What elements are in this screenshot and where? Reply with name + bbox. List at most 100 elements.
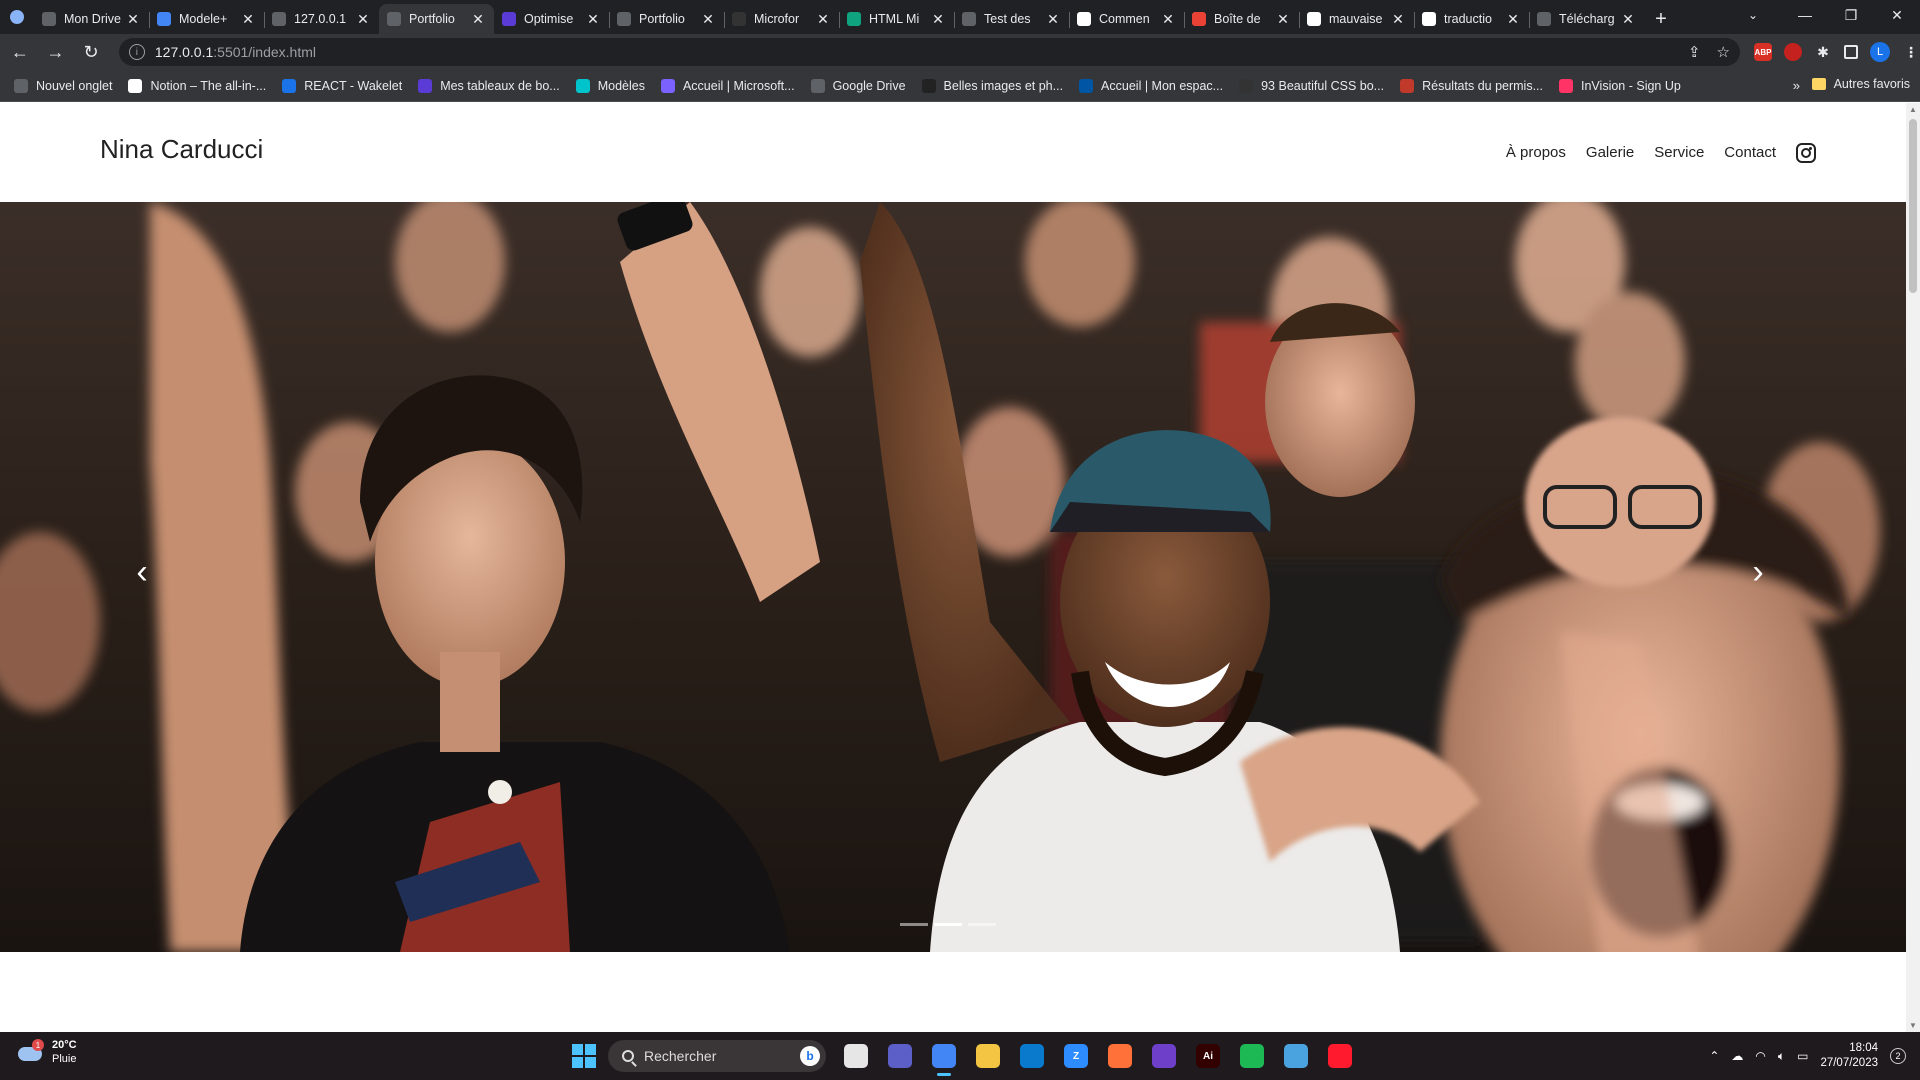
bookmark-item[interactable]: Modèles [575,78,645,93]
bookmarks-overflow-button[interactable]: » [1793,78,1800,93]
scrollbar-thumb[interactable] [1909,119,1917,293]
other-bookmarks-folder[interactable]: Autres favoris [1811,77,1910,91]
instagram-icon[interactable] [1796,142,1816,163]
bookmark-item[interactable]: Google Drive [810,78,906,93]
scroll-up-arrow-icon[interactable]: ▲ [1909,105,1917,114]
chrome-menu-icon[interactable]: ⋮ [1902,43,1920,61]
reload-button[interactable]: ↻ [75,36,107,68]
wifi-icon[interactable]: ◠ [1755,1049,1765,1063]
tray-overflow-chevron-icon[interactable]: ⌃ [1709,1049,1719,1063]
bookmark-item[interactable]: Notion – The all-in-... [128,78,266,93]
close-tab-icon[interactable]: ✕ [1390,11,1406,28]
bookmark-item[interactable]: InVision - Sign Up [1559,78,1681,93]
close-tab-icon[interactable]: ✕ [700,11,716,28]
notification-count-badge[interactable]: 2 [1890,1048,1906,1064]
browser-tab[interactable]: 127.0.0.1 ✕ [264,4,379,34]
carousel-indicator-1[interactable] [900,923,928,926]
close-tab-icon[interactable]: ✕ [585,11,601,28]
restore-window-button[interactable]: ❐ [1828,0,1874,30]
close-tab-icon[interactable]: ✕ [355,11,371,28]
browser-tab[interactable]: Test des ✕ [954,4,1069,34]
close-tab-icon[interactable]: ✕ [1275,11,1291,28]
browser-tab[interactable]: Portfolio ✕ [379,4,494,34]
nav-link-contact[interactable]: Contact [1724,144,1776,161]
browser-tab[interactable]: Portfolio ✕ [609,4,724,34]
bookmark-item[interactable]: Mes tableaux de bo... [418,78,560,93]
browser-tab[interactable]: traductio ✕ [1414,4,1529,34]
bookmark-item[interactable]: Accueil | Mon espac... [1079,78,1223,93]
extension-red-icon[interactable] [1784,43,1802,61]
windows-start-icon[interactable] [572,1044,596,1068]
bookmark-item[interactable]: REACT - Wakelet [282,78,402,93]
site-title[interactable]: Nina Carducci [100,134,263,165]
close-tab-icon[interactable]: ✕ [1620,11,1636,28]
browser-tab[interactable]: Télécharg ✕ [1529,4,1644,34]
forward-button[interactable]: → [40,36,72,68]
side-panel-icon[interactable] [1844,45,1858,59]
carousel-indicator-3[interactable] [968,923,996,926]
carousel-next-button[interactable]: › [1738,542,1778,602]
carousel-prev-button[interactable]: ‹ [122,542,162,602]
minimize-window-button[interactable]: — [1782,0,1828,30]
taskbar-app[interactable]: Z [1058,1038,1094,1074]
new-tab-button[interactable]: + [1644,4,1678,34]
extensions-puzzle-icon[interactable]: ✱ [1814,43,1832,61]
bookmark-item[interactable]: Résultats du permis... [1400,78,1543,93]
taskbar-search[interactable]: Rechercher b [608,1040,826,1072]
close-tab-icon[interactable]: ✕ [930,11,946,28]
close-tab-icon[interactable]: ✕ [125,11,141,28]
close-tab-icon[interactable]: ✕ [1045,11,1061,28]
browser-tab[interactable]: mauvaise ✕ [1299,4,1414,34]
taskbar-app[interactable] [1014,1038,1050,1074]
nav-link-service[interactable]: Service [1654,144,1704,161]
page-scrollbar[interactable]: ▲ ▼ [1906,103,1920,1032]
browser-tab[interactable]: Modele+ ✕ [149,4,264,34]
browser-tab[interactable]: Boîte de ✕ [1184,4,1299,34]
browser-tab[interactable]: HTML Mi ✕ [839,4,954,34]
bing-icon[interactable]: b [800,1046,820,1066]
onedrive-icon[interactable]: ☁ [1731,1049,1743,1063]
taskbar-app[interactable] [882,1038,918,1074]
battery-icon[interactable]: ▭ [1797,1049,1808,1063]
carousel-indicator-2[interactable] [934,923,962,926]
taskbar-app[interactable] [1278,1038,1314,1074]
back-button[interactable]: ← [4,36,36,68]
browser-tab[interactable]: Optimise ✕ [494,4,609,34]
scroll-down-arrow-icon[interactable]: ▼ [1909,1021,1917,1030]
browser-tab[interactable]: Mon Drive ✕ [34,4,149,34]
close-tab-icon[interactable]: ✕ [815,11,831,28]
site-info-icon[interactable]: i [128,44,145,60]
browser-tab[interactable]: Commen ✕ [1069,4,1184,34]
tab-search-chevron-icon[interactable]: ⌄ [1736,0,1770,30]
taskbar-app[interactable]: Ai [1190,1038,1226,1074]
close-tab-icon[interactable]: ✕ [1505,11,1521,28]
nav-link-a-propos[interactable]: À propos [1506,144,1566,161]
taskbar-app[interactable] [1322,1038,1358,1074]
bookmark-item[interactable]: Belles images et ph... [921,78,1063,93]
taskbar-app[interactable] [926,1038,962,1076]
close-window-button[interactable]: ✕ [1874,0,1920,30]
close-tab-icon[interactable]: ✕ [240,11,256,28]
bookmark-item[interactable]: Accueil | Microsoft... [660,78,795,93]
nav-link-galerie[interactable]: Galerie [1586,144,1634,161]
taskbar-app[interactable] [1102,1038,1138,1074]
tab-search-profile-icon[interactable] [0,0,34,34]
bookmark-item[interactable]: 93 Beautiful CSS bo... [1239,78,1384,93]
share-icon[interactable]: ⇪ [1688,43,1701,61]
close-tab-icon[interactable]: ✕ [470,11,486,28]
browser-tab[interactable]: Microfor ✕ [724,4,839,34]
address-bar[interactable]: i 127.0.0.1:5501/index.html ⇪ ☆ [118,38,1740,66]
volume-icon[interactable]: 🔈︎ [1778,1049,1785,1064]
taskbar-app[interactable] [838,1038,874,1074]
taskbar-app[interactable] [1146,1038,1182,1074]
adblock-extension-icon[interactable]: ABP [1754,43,1772,61]
taskbar-clock[interactable]: 18:04 27/07/2023 [1820,1041,1878,1071]
close-tab-icon[interactable]: ✕ [1160,11,1176,28]
taskbar-app[interactable] [1234,1038,1270,1074]
weather-widget[interactable]: 1 20°C Pluie [18,1038,77,1066]
profile-avatar[interactable]: L [1870,42,1890,62]
bookmark-item[interactable]: Nouvel onglet [14,78,112,93]
bookmark-star-icon[interactable]: ☆ [1717,43,1730,61]
vscode-icon [1020,1044,1044,1068]
taskbar-app[interactable] [970,1038,1006,1074]
